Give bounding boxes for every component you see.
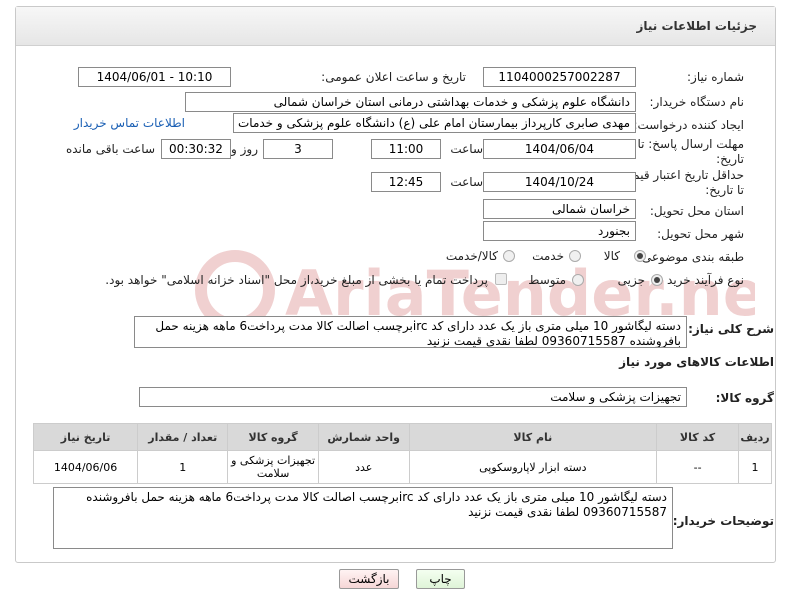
buyer-notes-textarea: دسته لیگاشور 10 میلی متری باز یک عدد دار… [53, 487, 673, 549]
cell-name: دسته ابزار لاپاروسکوپی [408, 450, 658, 484]
category-option-service: خدمت [532, 249, 564, 263]
cell-code: -- [656, 450, 740, 484]
items-table-header: ردیف کد کالا نام کالا واحد شمارش گروه کا… [32, 423, 772, 451]
cell-group: تجهیزات پزشکی و سلامت [227, 450, 319, 484]
process-option-medium: متوسط [528, 273, 566, 287]
days-field: 3 [263, 139, 333, 159]
buyer-notes-text: دسته لیگاشور 10 میلی متری باز یک عدد دار… [86, 490, 667, 519]
announce-label: تاریخ و ساعت اعلان عمومی: [321, 70, 466, 84]
goods-section-title: اطلاعات کالاهای مورد نیاز [619, 355, 774, 369]
need-number-field: 1104000257002287 [483, 67, 636, 87]
description-label: شرح کلی نیاز: [688, 322, 774, 336]
col-unit: واحد شمارش [317, 423, 410, 451]
deadline-time-label: ساعت [450, 142, 483, 156]
creator-label: ایجاد کننده درخواست: [633, 118, 744, 132]
table-row: 1 -- دسته ابزار لاپاروسکوپی عدد تجهیزات … [32, 450, 772, 484]
category-option-goods: کالا [603, 249, 620, 263]
province-label: استان محل تحویل: [649, 204, 744, 218]
validity-date-field: 1404/10/24 [483, 172, 636, 192]
validity-time-field: 12:45 [371, 172, 441, 192]
category-radio-goods-service[interactable] [503, 250, 515, 262]
process-label: نوع فرآیند خرید : [659, 273, 744, 287]
buyer-notes-label: توضیحات خریدار: [672, 514, 774, 528]
category-option-goods-service: کالا/خدمت [445, 249, 498, 263]
col-row: ردیف [738, 423, 772, 451]
remaining-label: ساعت باقی مانده [65, 142, 155, 156]
category-radio-goods[interactable] [634, 250, 646, 262]
process-radio-minor[interactable] [651, 274, 663, 286]
back-button[interactable]: بازگشت [339, 569, 399, 589]
goods-group-field: تجهیزات پزشکی و سلامت [139, 387, 687, 407]
buyer-org-label: نام دستگاه خریدار: [649, 95, 745, 109]
category-radio-service[interactable] [569, 250, 581, 262]
deadline-date-field: 1404/06/04 [483, 139, 636, 159]
creator-field: مهدی صابری کارپرداز بیمارستان امام علی (… [233, 113, 636, 133]
col-name: نام کالا [408, 423, 658, 451]
panel-title: جزئیات اطلاعات نیاز [636, 19, 757, 33]
days-label: روز و [231, 142, 258, 156]
need-number-label: شماره نیاز: [687, 70, 744, 84]
col-date: تاریخ نیاز [32, 423, 139, 451]
announce-field: 1404/06/01 - 10:10 [78, 67, 231, 87]
deadline-time-field: 11:00 [371, 139, 441, 159]
buyer-org-field: دانشگاه علوم پزشکی و خدمات بهداشتی درمان… [185, 92, 636, 112]
province-field: خراسان شمالی [483, 199, 636, 219]
validity-time-label: ساعت [450, 175, 483, 189]
process-option-minor: جزیی [617, 273, 645, 287]
description-textarea: دسته لیگاشور 10 میلی متری باز یک عدد دار… [134, 316, 687, 348]
col-group: گروه کالا [227, 423, 319, 451]
goods-group-label: گروه کالا: [715, 391, 774, 405]
process-radio-medium[interactable] [572, 274, 584, 286]
payment-checkbox[interactable] [495, 273, 507, 285]
city-label: شهر محل تحویل: [657, 227, 744, 241]
city-field: بجنورد [483, 221, 636, 241]
panel-header: جزئیات اطلاعات نیاز [16, 7, 775, 46]
payment-note: پرداخت تمام یا بخشی از مبلغ خرید،از محل … [105, 273, 488, 287]
description-text: دسته لیگاشور 10 میلی متری باز یک عدد دار… [155, 319, 681, 348]
contact-info-link[interactable]: اطلاعات تماس خریدار [74, 116, 185, 130]
print-button[interactable]: چاپ [416, 569, 465, 589]
category-label: طبقه بندی موضوعی: [637, 250, 744, 264]
cell-qty: 1 [137, 450, 229, 484]
col-qty: تعداد / مقدار [137, 423, 229, 451]
cell-unit: عدد [317, 450, 410, 484]
cell-row: 1 [738, 450, 772, 484]
deadline-label: مهلت ارسال پاسخ: تا تاریخ: [637, 137, 744, 166]
remaining-time-field: 00:30:32 [161, 139, 231, 159]
col-code: کد کالا [656, 423, 740, 451]
cell-date: 1404/06/06 [32, 450, 139, 484]
items-table: ردیف کد کالا نام کالا واحد شمارش گروه کا… [32, 423, 772, 484]
